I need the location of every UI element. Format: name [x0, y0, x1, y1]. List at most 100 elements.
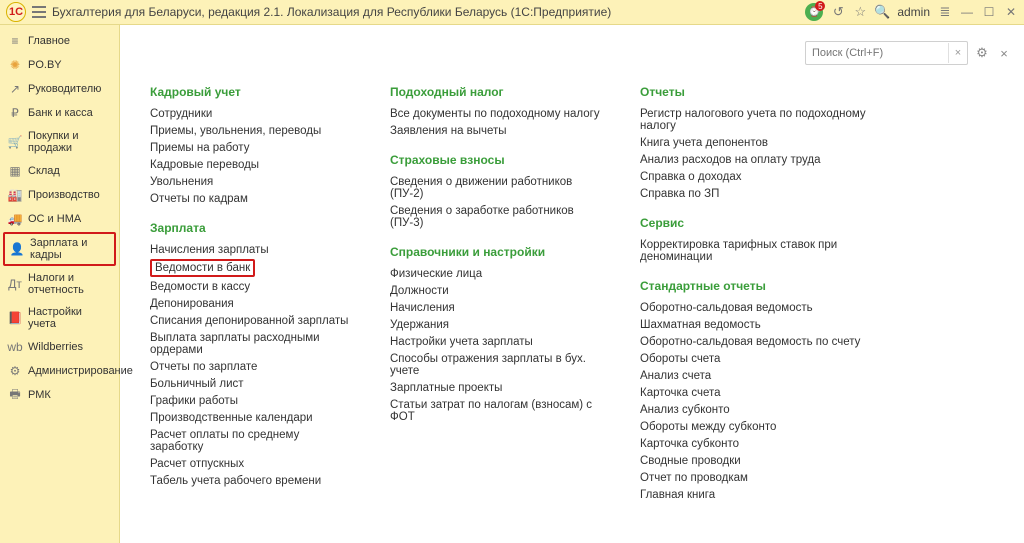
nav-zarplata-kadry[interactable]: 👤Зарплата и кадры	[3, 232, 116, 266]
section-link[interactable]: Настройки учета зарплаты	[390, 333, 600, 350]
section-link[interactable]: Должности	[390, 282, 600, 299]
section-link[interactable]: Расчет отпускных	[150, 455, 350, 472]
nav-nalogi-icon: Дт	[8, 277, 22, 291]
section-link[interactable]: Больничный лист	[150, 375, 350, 392]
section-link[interactable]: Сведения о заработке работников (ПУ-3)	[390, 202, 600, 231]
hamburger-icon[interactable]	[32, 6, 46, 18]
search-icon[interactable]: 🔍	[875, 5, 889, 19]
section-link[interactable]: Табель учета рабочего времени	[150, 472, 350, 489]
filter-icon[interactable]: ≣	[938, 5, 952, 19]
section-link[interactable]: Книга учета депонентов	[640, 134, 900, 151]
nav-poby-icon: ✺	[8, 58, 22, 72]
section-title[interactable]: Зарплата	[150, 221, 350, 235]
search-clear-icon[interactable]: ×	[948, 43, 967, 63]
section-link[interactable]: Списания депонированной зарплаты	[150, 312, 350, 329]
section-link[interactable]: Шахматная ведомость	[640, 316, 900, 333]
nav-bank-kassa-icon: ₽	[8, 106, 22, 120]
section-link[interactable]: Зарплатные проекты	[390, 379, 600, 396]
section-link[interactable]: Отчеты по кадрам	[150, 190, 350, 207]
section-link[interactable]: Статьи затрат по налогам (взносам) с ФОТ	[390, 396, 600, 425]
nav-rukovoditel[interactable]: ↗Руководителю	[0, 77, 119, 101]
section-link[interactable]: Корректировка тарифных ставок при деноми…	[640, 236, 900, 265]
sidebar: ≡Главное ✺ PO.BY ↗Руководителю₽Банк и касса…	[0, 25, 120, 543]
section-link[interactable]: Обороты счета	[640, 350, 900, 367]
section-link[interactable]: Способы отражения зарплаты в бух. учете	[390, 350, 600, 379]
sidebar-item-label: Wildberries	[28, 341, 83, 353]
nav-sklad-icon: ▦	[8, 164, 22, 178]
section-link[interactable]: Заявления на вычеты	[390, 122, 600, 139]
section-link[interactable]: Обороты между субконто	[640, 418, 900, 435]
nav-zarplata-kadry-icon: 👤	[10, 242, 24, 256]
section-link[interactable]: Увольнения	[150, 173, 350, 190]
sidebar-item-label: Покупки и продажи	[28, 130, 111, 154]
section-title[interactable]: Сервис	[640, 216, 900, 230]
nav-poby[interactable]: ✺ PO.BY	[0, 53, 119, 77]
section-link[interactable]: Кадровые переводы	[150, 156, 350, 173]
nav-glavnoe[interactable]: ≡Главное	[0, 29, 119, 53]
section-link[interactable]: Оборотно-сальдовая ведомость	[640, 299, 900, 316]
section-link[interactable]: Справка по ЗП	[640, 185, 900, 202]
section-link[interactable]: Карточка счета	[640, 384, 900, 401]
section-link[interactable]: Сотрудники	[150, 105, 350, 122]
section-link[interactable]: Сведения о движении работников (ПУ-2)	[390, 173, 600, 202]
section-link[interactable]: Ведомости в кассу	[150, 278, 350, 295]
window-maximize-icon[interactable]: ☐	[982, 5, 996, 19]
section-link[interactable]: Графики работы	[150, 392, 350, 409]
section-link[interactable]: Сводные проводки	[640, 452, 900, 469]
section-link[interactable]: Карточка субконто	[640, 435, 900, 452]
window-close-icon[interactable]: ✕	[1004, 5, 1018, 19]
main-content: × ⚙ × Кадровый учет СотрудникиПриемы, уво…	[120, 25, 1024, 543]
nav-nastroiki-ucheta[interactable]: 📕Настройки учета	[0, 301, 119, 335]
section-link[interactable]: Физические лица	[390, 265, 600, 282]
nav-os-nma-icon: 🚚	[8, 212, 22, 226]
nav-sklad[interactable]: ▦Склад	[0, 159, 119, 183]
nav-rmk[interactable]: 🖶РМК	[0, 383, 119, 407]
section-link[interactable]: Анализ субконто	[640, 401, 900, 418]
sidebar-item-label: Руководителю	[28, 83, 101, 95]
section-link[interactable]: Приемы на работу	[150, 139, 350, 156]
section-link[interactable]: Регистр налогового учета по подоходному …	[640, 105, 900, 134]
section-link[interactable]: Главная книга	[640, 486, 900, 503]
section-link[interactable]: Отчет по проводкам	[640, 469, 900, 486]
nav-proizvodstvo-icon: 🏭	[8, 188, 22, 202]
section-link[interactable]: Отчеты по зарплате	[150, 358, 350, 375]
section-title[interactable]: Стандартные отчеты	[640, 279, 900, 293]
section-title[interactable]: Страховые взносы	[390, 153, 600, 167]
sidebar-item-label: PO.BY	[28, 59, 62, 71]
section-link[interactable]: Ведомости в банк	[150, 259, 255, 277]
section-link[interactable]: Начисления	[390, 299, 600, 316]
history-icon[interactable]: ↺	[831, 5, 845, 19]
nav-bank-kassa[interactable]: ₽Банк и касса	[0, 101, 119, 125]
section-link[interactable]: Расчет оплаты по среднему заработку	[150, 426, 350, 455]
section-title[interactable]: Справочники и настройки	[390, 245, 600, 259]
nav-os-nma[interactable]: 🚚ОС и НМА	[0, 207, 119, 231]
section-title[interactable]: Отчеты	[640, 85, 900, 99]
section-link[interactable]: Справка о доходах	[640, 168, 900, 185]
column-1: Кадровый учет СотрудникиПриемы, увольнени…	[150, 85, 350, 503]
window-minimize-icon[interactable]: —	[960, 5, 974, 19]
section-link[interactable]: Удержания	[390, 316, 600, 333]
sidebar-item-label: Налоги и отчетность	[28, 272, 111, 296]
section-link[interactable]: Производственные календари	[150, 409, 350, 426]
nav-admin[interactable]: ⚙Администрирование	[0, 359, 119, 383]
section-link[interactable]: Выплата зарплаты расходными ордерами	[150, 329, 350, 358]
section-link[interactable]: Приемы, увольнения, переводы	[150, 122, 350, 139]
section-title[interactable]: Кадровый учет	[150, 85, 350, 99]
section-link[interactable]: Анализ расходов на оплату труда	[640, 151, 900, 168]
notifications-icon[interactable]: ⌚	[805, 3, 823, 21]
nav-pokupki-prodazhi[interactable]: 🛒Покупки и продажи	[0, 125, 119, 159]
section-link[interactable]: Анализ счета	[640, 367, 900, 384]
section-link[interactable]: Начисления зарплаты	[150, 241, 350, 258]
star-icon[interactable]: ☆	[853, 5, 867, 19]
nav-nalogi[interactable]: Дт Налоги и отчетность	[0, 267, 119, 301]
section-title[interactable]: Подоходный налог	[390, 85, 600, 99]
close-panel-icon[interactable]: ×	[996, 45, 1012, 61]
nav-wildberries[interactable]: wbWildberries	[0, 335, 119, 359]
nav-proizvodstvo[interactable]: 🏭Производство	[0, 183, 119, 207]
section-link[interactable]: Все документы по подоходному налогу	[390, 105, 600, 122]
search-input[interactable]	[806, 43, 948, 63]
user-label[interactable]: admin	[897, 5, 930, 19]
section-link[interactable]: Оборотно-сальдовая ведомость по счету	[640, 333, 900, 350]
gear-icon[interactable]: ⚙	[974, 45, 990, 61]
section-link[interactable]: Депонирования	[150, 295, 350, 312]
